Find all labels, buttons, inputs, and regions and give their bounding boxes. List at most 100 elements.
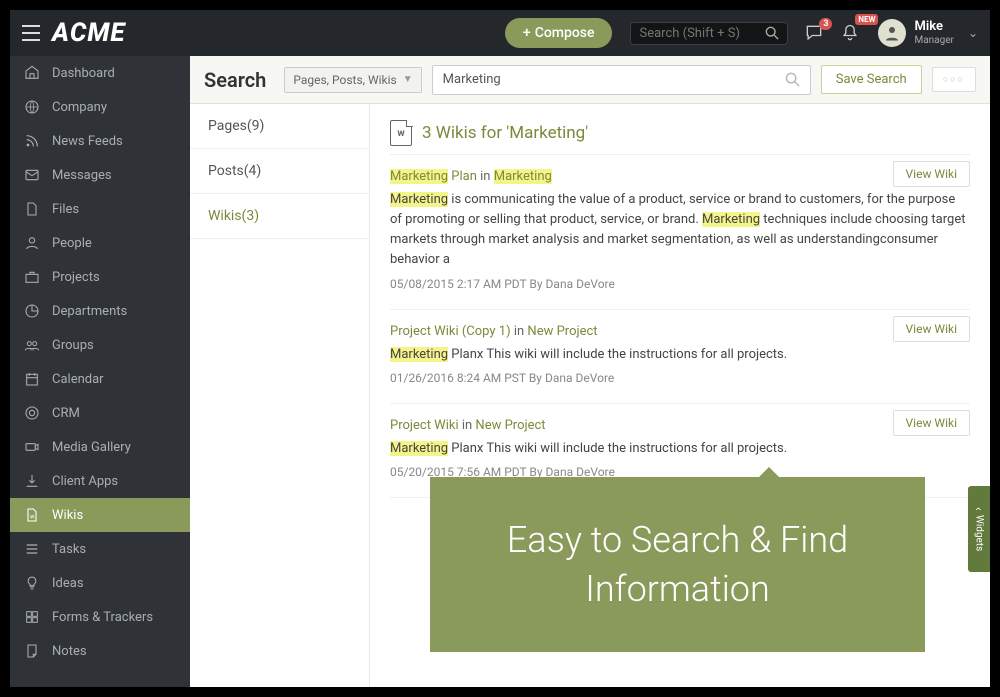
sidebar-item-label: People	[52, 236, 92, 251]
view-wiki-button[interactable]: View Wiki	[893, 316, 970, 342]
sidebar-item-label: Forms & Trackers	[52, 610, 153, 625]
chat-icon[interactable]: 3	[804, 23, 824, 43]
more-button[interactable]: ○○○	[932, 67, 976, 92]
group-icon	[24, 337, 40, 353]
result-link[interactable]: Marketing Plan	[390, 169, 477, 184]
sidebar-item-files[interactable]: Files	[10, 192, 190, 226]
result-title: Project Wiki in New Project	[390, 418, 970, 433]
scope-select[interactable]: Pages, Posts, Wikis ▼	[284, 67, 421, 93]
save-search-button[interactable]: Save Search	[821, 65, 922, 94]
sidebar-item-groups[interactable]: Groups	[10, 328, 190, 362]
result-snippet: Marketing Planx This wiki will include t…	[390, 345, 970, 365]
search-result: Project Wiki (Copy 1) in New Project Mark…	[390, 310, 970, 404]
result-title: Project Wiki (Copy 1) in New Project	[390, 324, 970, 339]
sidebar-item-news-feeds[interactable]: News Feeds	[10, 124, 190, 158]
filter-column: Pages(9)Posts(4)Wikis(3)	[190, 104, 370, 687]
sidebar-item-calendar[interactable]: Calendar	[10, 362, 190, 396]
sidebar-item-label: News Feeds	[52, 134, 123, 149]
home-icon	[24, 65, 40, 81]
file-icon	[24, 201, 40, 217]
camera-icon	[24, 439, 40, 455]
sidebar-item-forms-trackers[interactable]: Forms & Trackers	[10, 600, 190, 634]
sidebar-item-departments[interactable]: Departments	[10, 294, 190, 328]
result-location-link[interactable]: New Project	[475, 418, 545, 433]
view-wiki-button[interactable]: View Wiki	[893, 161, 970, 187]
result-meta: 05/08/2015 2:17 AM PDT By Dana DeVore	[390, 277, 970, 291]
grid-icon	[24, 609, 40, 625]
user-role: Manager	[914, 35, 953, 46]
filter-pages-[interactable]: Pages(9)	[190, 104, 369, 149]
sidebar-item-label: Calendar	[52, 372, 104, 387]
sidebar-item-dashboard[interactable]: Dashboard	[10, 56, 190, 90]
compose-button[interactable]: +Compose	[505, 18, 613, 48]
global-search-input[interactable]	[639, 26, 759, 41]
sidebar-item-projects[interactable]: Projects	[10, 260, 190, 294]
sidebar-item-label: Groups	[52, 338, 94, 353]
search-icon	[765, 26, 779, 40]
result-location-link[interactable]: New Project	[527, 324, 597, 339]
search-result: Marketing Plan in Marketing Marketing is …	[390, 155, 970, 310]
sidebar-item-ideas[interactable]: Ideas	[10, 566, 190, 600]
sidebar-item-crm[interactable]: CRM	[10, 396, 190, 430]
wiki-icon: w	[24, 507, 40, 523]
sidebar-item-label: Departments	[52, 304, 127, 319]
globe-icon	[24, 99, 40, 115]
result-title: Marketing Plan in Marketing	[390, 169, 970, 184]
hamburger-icon[interactable]	[22, 25, 46, 41]
filter-posts-[interactable]: Posts(4)	[190, 149, 369, 194]
main-search[interactable]	[432, 65, 811, 95]
page-title: Search	[204, 68, 266, 92]
wiki-icon: w	[390, 120, 412, 146]
pie-icon	[24, 303, 40, 319]
sidebar-item-messages[interactable]: Messages	[10, 158, 190, 192]
result-snippet: Marketing is communicating the value of …	[390, 190, 970, 271]
sidebar-item-label: Messages	[52, 168, 112, 183]
result-meta: 01/26/2016 8:24 AM PST By Dana DeVore	[390, 371, 970, 385]
top-header: ACME +Compose 3 NEW Mike Manager ⌄	[10, 10, 990, 56]
mail-icon	[24, 167, 40, 183]
sidebar-item-client-apps[interactable]: Client Apps	[10, 464, 190, 498]
user-icon	[24, 235, 40, 251]
sidebar-item-label: Company	[52, 100, 107, 115]
sidebar-item-tasks[interactable]: Tasks	[10, 532, 190, 566]
results-heading: 3 Wikis for 'Marketing'	[422, 123, 588, 143]
chevron-left-icon: ‹	[972, 507, 986, 511]
result-snippet: Marketing Planx This wiki will include t…	[390, 439, 970, 459]
logo: ACME	[52, 18, 126, 48]
target-icon	[24, 405, 40, 421]
result-location-link[interactable]: Marketing	[494, 169, 552, 184]
sidebar-item-label: Dashboard	[52, 66, 115, 81]
view-wiki-button[interactable]: View Wiki	[893, 410, 970, 436]
svg-text:w: w	[30, 513, 35, 520]
user-block[interactable]: Mike Manager	[914, 20, 953, 45]
notif-badge: 3	[819, 18, 832, 30]
sidebar-item-label: Files	[52, 202, 79, 217]
avatar[interactable]	[878, 19, 906, 47]
sidebar-item-label: Tasks	[52, 542, 86, 557]
rss-icon	[24, 133, 40, 149]
chevron-down-icon: ▼	[403, 74, 413, 85]
note-icon	[24, 643, 40, 659]
sidebar-item-company[interactable]: Company	[10, 90, 190, 124]
sidebar-item-label: Notes	[52, 644, 87, 659]
main-search-input[interactable]	[433, 72, 775, 87]
list-icon	[24, 541, 40, 557]
filter-wikis-[interactable]: Wikis(3)	[190, 194, 369, 239]
global-search[interactable]	[630, 22, 788, 45]
sidebar-item-wikis[interactable]: wWikis	[10, 498, 190, 532]
calendar-icon	[24, 371, 40, 387]
user-name: Mike	[914, 20, 953, 34]
result-link[interactable]: Project Wiki	[390, 418, 459, 433]
search-toolbar: Search Pages, Posts, Wikis ▼ Save Search…	[190, 56, 990, 104]
chevron-down-icon[interactable]: ⌄	[968, 26, 978, 40]
sidebar-item-label: Ideas	[52, 576, 84, 591]
sidebar-item-media-gallery[interactable]: Media Gallery	[10, 430, 190, 464]
sidebar-item-label: Projects	[52, 270, 100, 285]
sidebar-item-label: Media Gallery	[52, 440, 131, 455]
widgets-tab[interactable]: ‹ Widgets	[968, 486, 990, 572]
sidebar-item-notes[interactable]: Notes	[10, 634, 190, 668]
search-icon	[775, 72, 810, 87]
sidebar-item-people[interactable]: People	[10, 226, 190, 260]
result-link[interactable]: Project Wiki (Copy 1)	[390, 324, 511, 339]
bell-icon[interactable]: NEW	[840, 23, 860, 43]
